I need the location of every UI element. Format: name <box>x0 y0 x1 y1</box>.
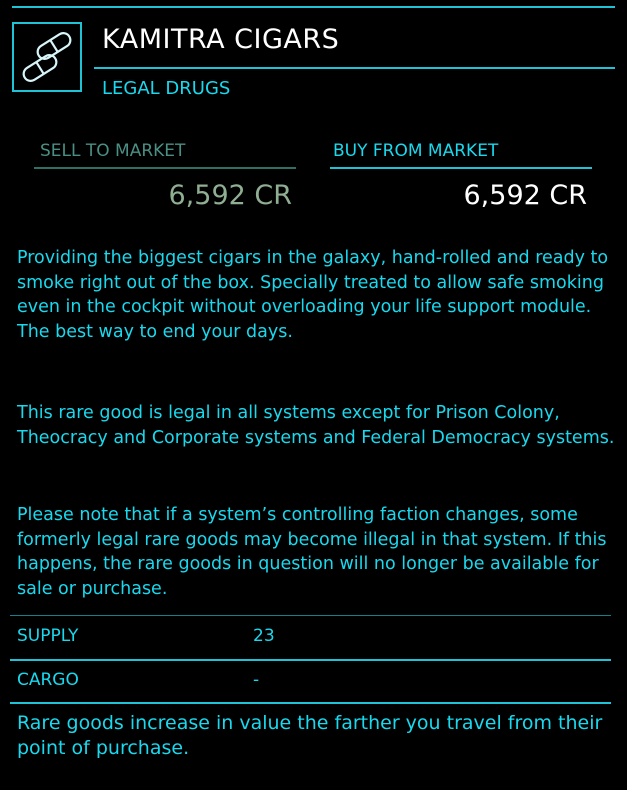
top-divider <box>12 6 615 8</box>
commodity-icon-frame <box>12 22 82 92</box>
description-paragraph: Providing the biggest cigars in the gala… <box>17 248 609 342</box>
sell-to-market-tab[interactable]: SELL TO MARKET <box>40 141 185 161</box>
sell-tab-underline <box>34 167 296 169</box>
supply-value: 23 <box>253 626 275 646</box>
stats-middle-divider <box>10 659 611 661</box>
title-divider <box>94 67 615 69</box>
sell-price: 6,592 CR <box>168 180 293 211</box>
cargo-value: - <box>253 670 260 690</box>
stats-bottom-divider <box>10 702 611 704</box>
supply-label: SUPPLY <box>17 626 79 646</box>
stats-top-divider <box>10 615 611 616</box>
rare-goods-note: Rare goods increase in value the farther… <box>17 712 603 759</box>
legality-paragraph: This rare good is legal in all systems e… <box>17 403 615 448</box>
commodity-name: KAMITRA CIGARS <box>102 24 340 55</box>
buy-price: 6,592 CR <box>463 180 588 211</box>
faction-note-paragraph: Please note that if a system’s controlli… <box>17 505 607 599</box>
pills-icon <box>22 32 72 82</box>
cargo-label: CARGO <box>17 670 79 690</box>
buy-tab-underline <box>330 167 592 169</box>
commodity-detail-panel: { "commodity": { "icon": "pills-icon", "… <box>0 0 627 790</box>
buy-from-market-tab[interactable]: BUY FROM MARKET <box>333 141 498 161</box>
commodity-category: LEGAL DRUGS <box>102 78 231 99</box>
